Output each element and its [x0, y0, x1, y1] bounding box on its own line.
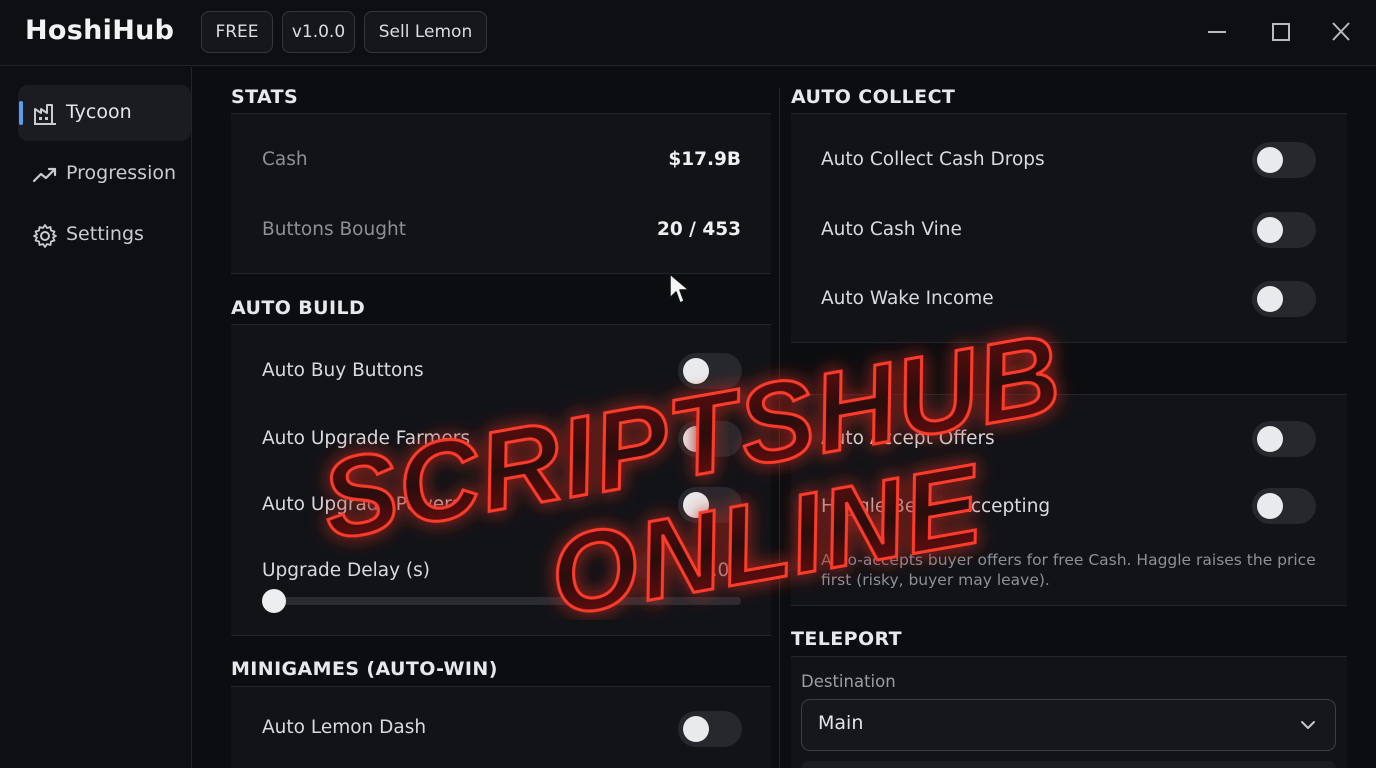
- auto-upgrade-powers-toggle[interactable]: [678, 487, 742, 523]
- toggle-knob: [1257, 217, 1283, 243]
- upgrade-delay-label: Upgrade Delay (s): [262, 560, 430, 581]
- auto-upgrade-farmers-toggle[interactable]: [678, 421, 742, 457]
- toggle-knob: [683, 358, 709, 384]
- title-bar: HoshiHub FREE v1.0.0 Sell Lemon: [0, 0, 1376, 66]
- destination-select[interactable]: Main: [801, 699, 1336, 751]
- sidebar-item-settings[interactable]: Settings: [18, 207, 191, 263]
- minigames-title: MINIGAMES (AUTO-WIN): [231, 658, 498, 680]
- auto-build-panel: Auto Buy Buttons Auto Upgrade Farmers Au…: [231, 324, 771, 636]
- minigames-panel: Auto Lemon Dash: [231, 686, 771, 768]
- teleport-button[interactable]: [801, 761, 1336, 768]
- sidebar-item-progression[interactable]: Progression: [18, 146, 191, 202]
- auto-wake-income-toggle[interactable]: [1252, 281, 1316, 317]
- auto-lemon-dash-label: Auto Lemon Dash: [262, 717, 427, 738]
- auto-collect-panel: Auto Collect Cash Drops Auto Cash Vine A…: [791, 113, 1347, 343]
- slider-handle[interactable]: [262, 589, 286, 613]
- toggle-knob: [683, 426, 709, 452]
- upgrade-delay-value: 0.03: [699, 560, 741, 581]
- offers-panel: Auto Accept Offers Haggle Before Accepti…: [791, 394, 1347, 606]
- free-badge: FREE: [201, 11, 273, 53]
- auto-wake-income-label: Auto Wake Income: [821, 288, 994, 309]
- toggle-knob: [1257, 426, 1283, 452]
- destination-label: Destination: [801, 672, 896, 691]
- app-title: HoshiHub: [25, 15, 175, 46]
- haggle-before-accepting-label: Haggle Before Accepting: [821, 496, 1051, 517]
- auto-accept-offers-label: Auto Accept Offers: [821, 428, 995, 449]
- sidebar-item-tycoon[interactable]: Tycoon: [18, 85, 191, 141]
- cash-value: $17.9B: [668, 149, 741, 170]
- cash-label: Cash: [262, 149, 308, 170]
- sell-lemon-button[interactable]: Sell Lemon: [364, 11, 487, 53]
- teleport-panel: Destination Main: [791, 656, 1347, 768]
- auto-lemon-dash-toggle[interactable]: [678, 711, 742, 747]
- auto-buy-buttons-label: Auto Buy Buttons: [262, 360, 424, 381]
- toggle-knob: [1257, 493, 1283, 519]
- auto-cash-vine-label: Auto Cash Vine: [821, 219, 962, 240]
- auto-build-title: AUTO BUILD: [231, 297, 366, 319]
- auto-upgrade-farmers-label: Auto Upgrade Farmers: [262, 428, 471, 449]
- auto-cash-vine-toggle[interactable]: [1252, 212, 1316, 248]
- auto-accept-offers-toggle[interactable]: [1252, 421, 1316, 457]
- auto-upgrade-powers-label: Auto Upgrade Powers: [262, 494, 462, 515]
- destination-value: Main: [818, 712, 864, 734]
- stats-panel: Cash $17.9B Buttons Bought 20 / 453: [231, 113, 771, 274]
- sidebar-item-label: Tycoon: [66, 101, 132, 123]
- active-indicator: [19, 101, 23, 125]
- haggle-before-accepting-toggle[interactable]: [1252, 488, 1316, 524]
- trending-up-icon: [32, 167, 57, 183]
- minimize-icon[interactable]: [1200, 16, 1234, 48]
- factory-icon: [34, 104, 56, 125]
- stats-title: STATS: [231, 86, 299, 108]
- sidebar-item-label: Progression: [66, 162, 177, 184]
- toggle-knob: [1257, 147, 1283, 173]
- auto-buy-buttons-toggle[interactable]: [678, 353, 742, 389]
- auto-collect-title: AUTO COLLECT: [791, 86, 956, 108]
- buttons-bought-label: Buttons Bought: [262, 219, 406, 240]
- sidebar-item-label: Settings: [66, 223, 144, 245]
- teleport-title: TELEPORT: [791, 628, 903, 650]
- close-icon[interactable]: [1324, 16, 1358, 48]
- mouse-cursor-icon: [669, 273, 690, 304]
- toggle-knob: [683, 492, 709, 518]
- auto-collect-cash-drops-label: Auto Collect Cash Drops: [821, 149, 1045, 170]
- upgrade-delay-slider[interactable]: [264, 597, 741, 605]
- toggle-knob: [683, 716, 709, 742]
- offers-help-text: Auto-accepts buyer offers for free Cash.…: [821, 551, 1316, 589]
- gear-icon: [33, 224, 57, 248]
- buttons-bought-value: 20 / 453: [657, 219, 741, 240]
- column-divider: [779, 88, 780, 768]
- auto-collect-cash-drops-toggle[interactable]: [1252, 142, 1316, 178]
- toggle-knob: [1257, 286, 1283, 312]
- version-badge: v1.0.0: [282, 11, 355, 53]
- maximize-icon[interactable]: [1264, 16, 1298, 48]
- sidebar: Tycoon Progression Settings: [0, 67, 192, 768]
- chevron-down-icon: [1301, 721, 1315, 729]
